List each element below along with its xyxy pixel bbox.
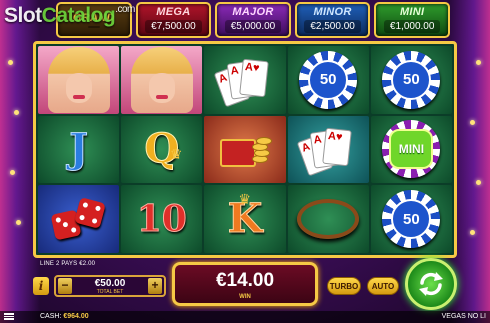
symbol-woman	[121, 46, 203, 114]
control-panel: LINE 2 PAYS €2.00 i − €50.00 TOTAL BET +…	[0, 258, 490, 323]
win-display: €14.00 WIN	[172, 262, 318, 306]
spin-button[interactable]	[405, 258, 457, 310]
symbol-cards: A A A♥	[287, 115, 369, 184]
casino-chip-icon: 50	[299, 50, 358, 109]
reel-grid: A A A♥ 50 50 J Q ♛ A A A♥ MINI 10 ♛ K 50	[33, 41, 457, 258]
win-label: WIN	[239, 294, 251, 300]
symbol-chip-50: 50	[370, 185, 452, 253]
autoplay-button[interactable]: AUTO	[367, 277, 399, 295]
increase-bet-button[interactable]: +	[148, 278, 162, 294]
symbol-woman	[38, 46, 120, 114]
jackpot-value: €5,000.00	[224, 20, 282, 33]
chip-value: 50	[391, 59, 432, 100]
symbol-chip-50: 50	[287, 46, 369, 114]
jackpot-label: MINI	[399, 6, 425, 18]
mini-label: MINI	[389, 129, 434, 170]
woman-portrait	[130, 46, 193, 113]
symbol-q: Q ♛	[121, 115, 203, 184]
hamburger-menu-icon[interactable]	[4, 313, 14, 320]
jackpot-mini: MINI €1,000.00	[374, 2, 450, 38]
light-bulb	[476, 60, 481, 65]
money-case-icon	[216, 125, 274, 173]
cash-label: CASH:	[40, 313, 62, 320]
crown-icon: ♛	[169, 146, 183, 163]
symbol-j: J	[38, 115, 120, 184]
light-bulb	[476, 180, 481, 185]
spin-arrows-icon	[419, 272, 443, 296]
cash-display: CASH: €964.00	[40, 313, 89, 320]
jackpot-minor: MINOR €2,500.00	[294, 2, 371, 38]
chip-value: 50	[391, 199, 432, 240]
watermark-text-accent: Catalog	[41, 4, 116, 27]
casino-chip-icon: 50	[382, 50, 441, 109]
line-pays-message: LINE 2 PAYS €2.00	[40, 261, 96, 267]
jackpot-label: MINOR	[313, 6, 352, 18]
symbol-10: 10	[121, 185, 203, 253]
chip-value: 50	[308, 59, 349, 100]
symbol-money-case	[204, 115, 286, 184]
casino-chip-icon: 50	[382, 190, 441, 249]
playing-cards-icon: A A A♥	[296, 119, 358, 179]
light-bulb	[10, 170, 15, 175]
watermark-domain: .com	[115, 4, 135, 15]
letter-10: 10	[136, 198, 187, 241]
game-screen: SlotCatalog.com GRAND MEGA €7,500.00 MAJ…	[0, 0, 490, 323]
light-bulb	[470, 120, 475, 125]
slotcatalog-watermark: SlotCatalog.com	[4, 4, 135, 28]
jackpot-mega: MEGA €7,500.00	[135, 2, 212, 38]
jackpot-value: €1,000.00	[383, 20, 441, 33]
symbol-chip-50: 50	[370, 46, 452, 114]
symbol-dice	[38, 185, 120, 253]
symbol-roulette	[287, 185, 369, 253]
symbol-k: ♛ K	[204, 185, 286, 253]
jackpot-value: €7,500.00	[145, 20, 202, 33]
mini-chip-icon: MINI	[382, 120, 441, 179]
letter-j: J	[69, 125, 89, 173]
jackpot-label: MAJOR	[232, 6, 274, 18]
turbo-button[interactable]: TURBO	[327, 277, 361, 295]
info-icon[interactable]: i	[33, 277, 49, 295]
light-bulb	[8, 60, 13, 65]
symbol-cards: A A A♥	[204, 46, 286, 114]
status-bar: CASH: €964.00 VEGAS NO LI	[0, 311, 490, 323]
symbol-chip-mini: MINI	[370, 115, 452, 184]
dice-icon	[50, 194, 107, 244]
watermark-text: Slot	[4, 4, 42, 27]
bet-selector: − €50.00 TOTAL BET +	[54, 275, 166, 297]
playing-cards-icon: A A A♥	[213, 50, 275, 110]
cash-value: €964.00	[63, 313, 89, 320]
crown-icon: ♛	[238, 191, 251, 208]
game-name: VEGAS NO LI	[441, 313, 486, 320]
light-bulb	[470, 230, 475, 235]
jackpot-value: €2,500.00	[304, 20, 361, 33]
jackpot-label: MEGA	[156, 6, 191, 18]
jackpot-major: MAJOR €5,000.00	[215, 2, 291, 38]
light-bulb	[16, 220, 21, 225]
light-bulb	[14, 110, 19, 115]
roulette-wheel-icon	[297, 199, 360, 240]
woman-portrait	[47, 46, 110, 113]
win-amount: €14.00	[215, 270, 275, 291]
